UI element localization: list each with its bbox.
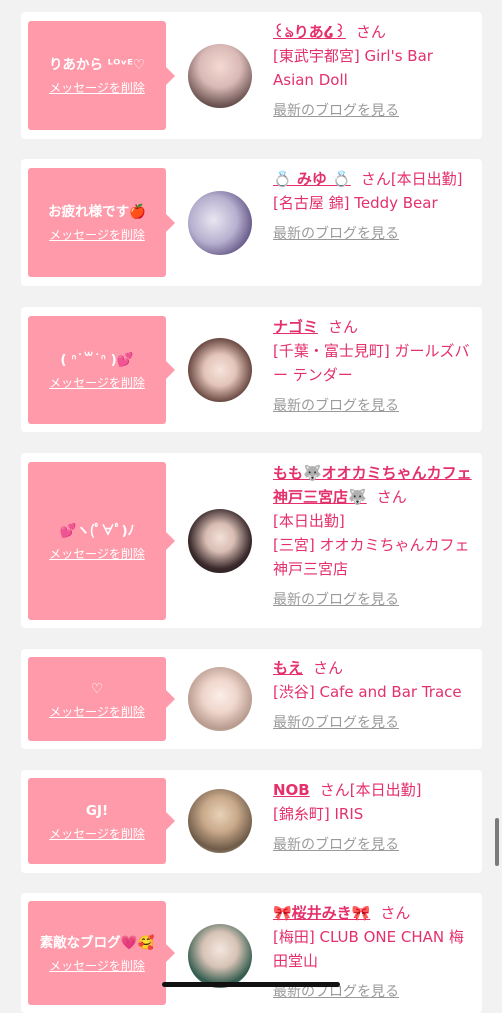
- message-bubble: りあから ᴸᴼᵛᴱ♡ メッセージを削除: [28, 21, 175, 130]
- delete-message-link[interactable]: メッセージを削除: [49, 705, 145, 720]
- san-suffix: さん: [360, 170, 391, 188]
- sender-name[interactable]: NOB: [273, 781, 310, 799]
- sender-name[interactable]: 🎀桜井みき🎀: [273, 904, 370, 922]
- avatar[interactable]: [188, 338, 252, 402]
- sender-info: 💍 みゆ 💍 さん[本日出勤] [名古屋 錦] Teddy Bear 最新のブログ…: [273, 167, 473, 246]
- work-status: [本日出勤]: [273, 512, 345, 530]
- latest-blog-link[interactable]: 最新のブログを見る: [273, 103, 399, 119]
- sender-info: もも🐺オオカミちゃんカフェ神戸三宮店🐺 さん [本日出勤] [三宮] オオカミちゃ…: [273, 461, 473, 612]
- message-text: GJ!: [85, 802, 109, 819]
- shop-name: [渋谷] Cafe and Bar Trace: [273, 683, 462, 701]
- message-bubble: ( ᐢ˙꒳˙ᐢ )💕 メッセージを削除: [28, 316, 175, 424]
- work-status: [本日出勤]: [390, 170, 463, 188]
- san-suffix: さん: [319, 781, 350, 799]
- home-indicator[interactable]: [162, 982, 340, 987]
- delete-message-link[interactable]: メッセージを削除: [49, 827, 145, 842]
- shop-name: [名古屋 錦] Teddy Bear: [273, 194, 438, 212]
- sender-name[interactable]: 💍 みゆ 💍: [273, 170, 351, 188]
- avatar[interactable]: [188, 667, 252, 731]
- message-card: お疲れ様です🍎 メッセージを削除 💍 みゆ 💍 さん[本日出勤] [名古屋 錦] …: [21, 159, 482, 286]
- san-suffix: さん: [313, 659, 344, 677]
- latest-blog-link[interactable]: 最新のブログを見る: [273, 226, 399, 242]
- message-card: ( ᐢ˙꒳˙ᐢ )💕 メッセージを削除 ナゴミ さん [千葉・富士見町] ガールズ…: [21, 307, 482, 432]
- message-text: ( ᐢ˙꒳˙ᐢ )💕: [60, 351, 134, 368]
- scrollbar[interactable]: [495, 818, 499, 866]
- sender-info: ナゴミ さん [千葉・富士見町] ガールズバー テンダー 最新のブログを見る: [273, 315, 473, 418]
- sender-name[interactable]: ナゴミ: [273, 318, 318, 336]
- san-suffix: さん: [355, 23, 386, 41]
- delete-message-link[interactable]: メッセージを削除: [49, 228, 145, 243]
- message-card: 素敵なブログ💗🥰 メッセージを削除 🎀桜井みき🎀 さん [梅田] CLUB ONE…: [21, 893, 482, 1013]
- delete-message-link[interactable]: メッセージを削除: [49, 959, 145, 974]
- shop-name: [東武宇都宮] Girl's Bar Asian Doll: [273, 47, 433, 89]
- message-card: GJ! メッセージを削除 NOB さん[本日出勤] [錦糸町] IRIS 最新のブ…: [21, 770, 482, 873]
- message-card: ♡ メッセージを削除 もえ さん [渋谷] Cafe and Bar Trace …: [21, 649, 482, 749]
- avatar[interactable]: [188, 509, 252, 573]
- avatar[interactable]: [188, 789, 252, 853]
- message-bubble: ♡ メッセージを削除: [28, 657, 175, 741]
- avatar[interactable]: [188, 191, 252, 255]
- sender-info: 🎀桜井みき🎀 さん [梅田] CLUB ONE CHAN 梅田堂山 最新のブログを…: [273, 901, 473, 1004]
- shop-name: [錦糸町] IRIS: [273, 805, 364, 823]
- sender-name[interactable]: もも🐺オオカミちゃんカフェ神戸三宮店🐺: [273, 464, 472, 506]
- message-bubble: 💕ヽ(ﾟ∀ﾟ)ﾉ メッセージを削除: [28, 462, 175, 620]
- latest-blog-link[interactable]: 最新のブログを見る: [273, 715, 399, 731]
- message-text: お疲れ様です🍎: [48, 204, 146, 220]
- sender-info: もえ さん [渋谷] Cafe and Bar Trace 最新のブログを見る: [273, 656, 473, 735]
- message-bubble: お疲れ様です🍎 メッセージを削除: [28, 168, 175, 277]
- avatar[interactable]: [188, 44, 252, 108]
- sender-info: ꒰ঌりあ໒꒱ さん [東武宇都宮] Girl's Bar Asian Doll 最…: [273, 20, 473, 123]
- sender-name[interactable]: もえ: [273, 659, 303, 677]
- work-status: [本日出勤]: [349, 781, 422, 799]
- shop-name: [千葉・富士見町] ガールズバー テンダー: [273, 342, 470, 384]
- message-card: りあから ᴸᴼᵛᴱ♡ メッセージを削除 ꒰ঌりあ໒꒱ さん [東武宇都宮] Gir…: [21, 12, 482, 139]
- delete-message-link[interactable]: メッセージを削除: [49, 81, 145, 96]
- shop-name: [三宮] オオカミちゃんカフェ神戸三宮店: [273, 536, 470, 578]
- shop-name: [梅田] CLUB ONE CHAN 梅田堂山: [273, 928, 464, 970]
- message-text: 💕ヽ(ﾟ∀ﾟ)ﾉ: [59, 522, 135, 539]
- san-suffix: さん: [376, 488, 407, 506]
- delete-message-link[interactable]: メッセージを削除: [49, 547, 145, 562]
- sender-name[interactable]: ꒰ঌりあ໒꒱: [273, 23, 346, 41]
- latest-blog-link[interactable]: 最新のブログを見る: [273, 398, 399, 414]
- san-suffix: さん: [328, 318, 359, 336]
- delete-message-link[interactable]: メッセージを削除: [49, 376, 145, 391]
- sender-info: NOB さん[本日出勤] [錦糸町] IRIS 最新のブログを見る: [273, 778, 473, 857]
- latest-blog-link[interactable]: 最新のブログを見る: [273, 592, 399, 608]
- message-bubble: GJ! メッセージを削除: [28, 778, 175, 864]
- message-text: りあから ᴸᴼᵛᴱ♡: [48, 57, 146, 73]
- message-text: ♡: [90, 680, 104, 697]
- message-bubble: 素敵なブログ💗🥰 メッセージを削除: [28, 901, 175, 1005]
- latest-blog-link[interactable]: 最新のブログを見る: [273, 837, 399, 853]
- message-card: 💕ヽ(ﾟ∀ﾟ)ﾉ メッセージを削除 もも🐺オオカミちゃんカフェ神戸三宮店🐺 さん …: [21, 453, 482, 628]
- message-text: 素敵なブログ💗🥰: [39, 934, 155, 951]
- avatar[interactable]: [188, 924, 252, 988]
- san-suffix: さん: [380, 904, 411, 922]
